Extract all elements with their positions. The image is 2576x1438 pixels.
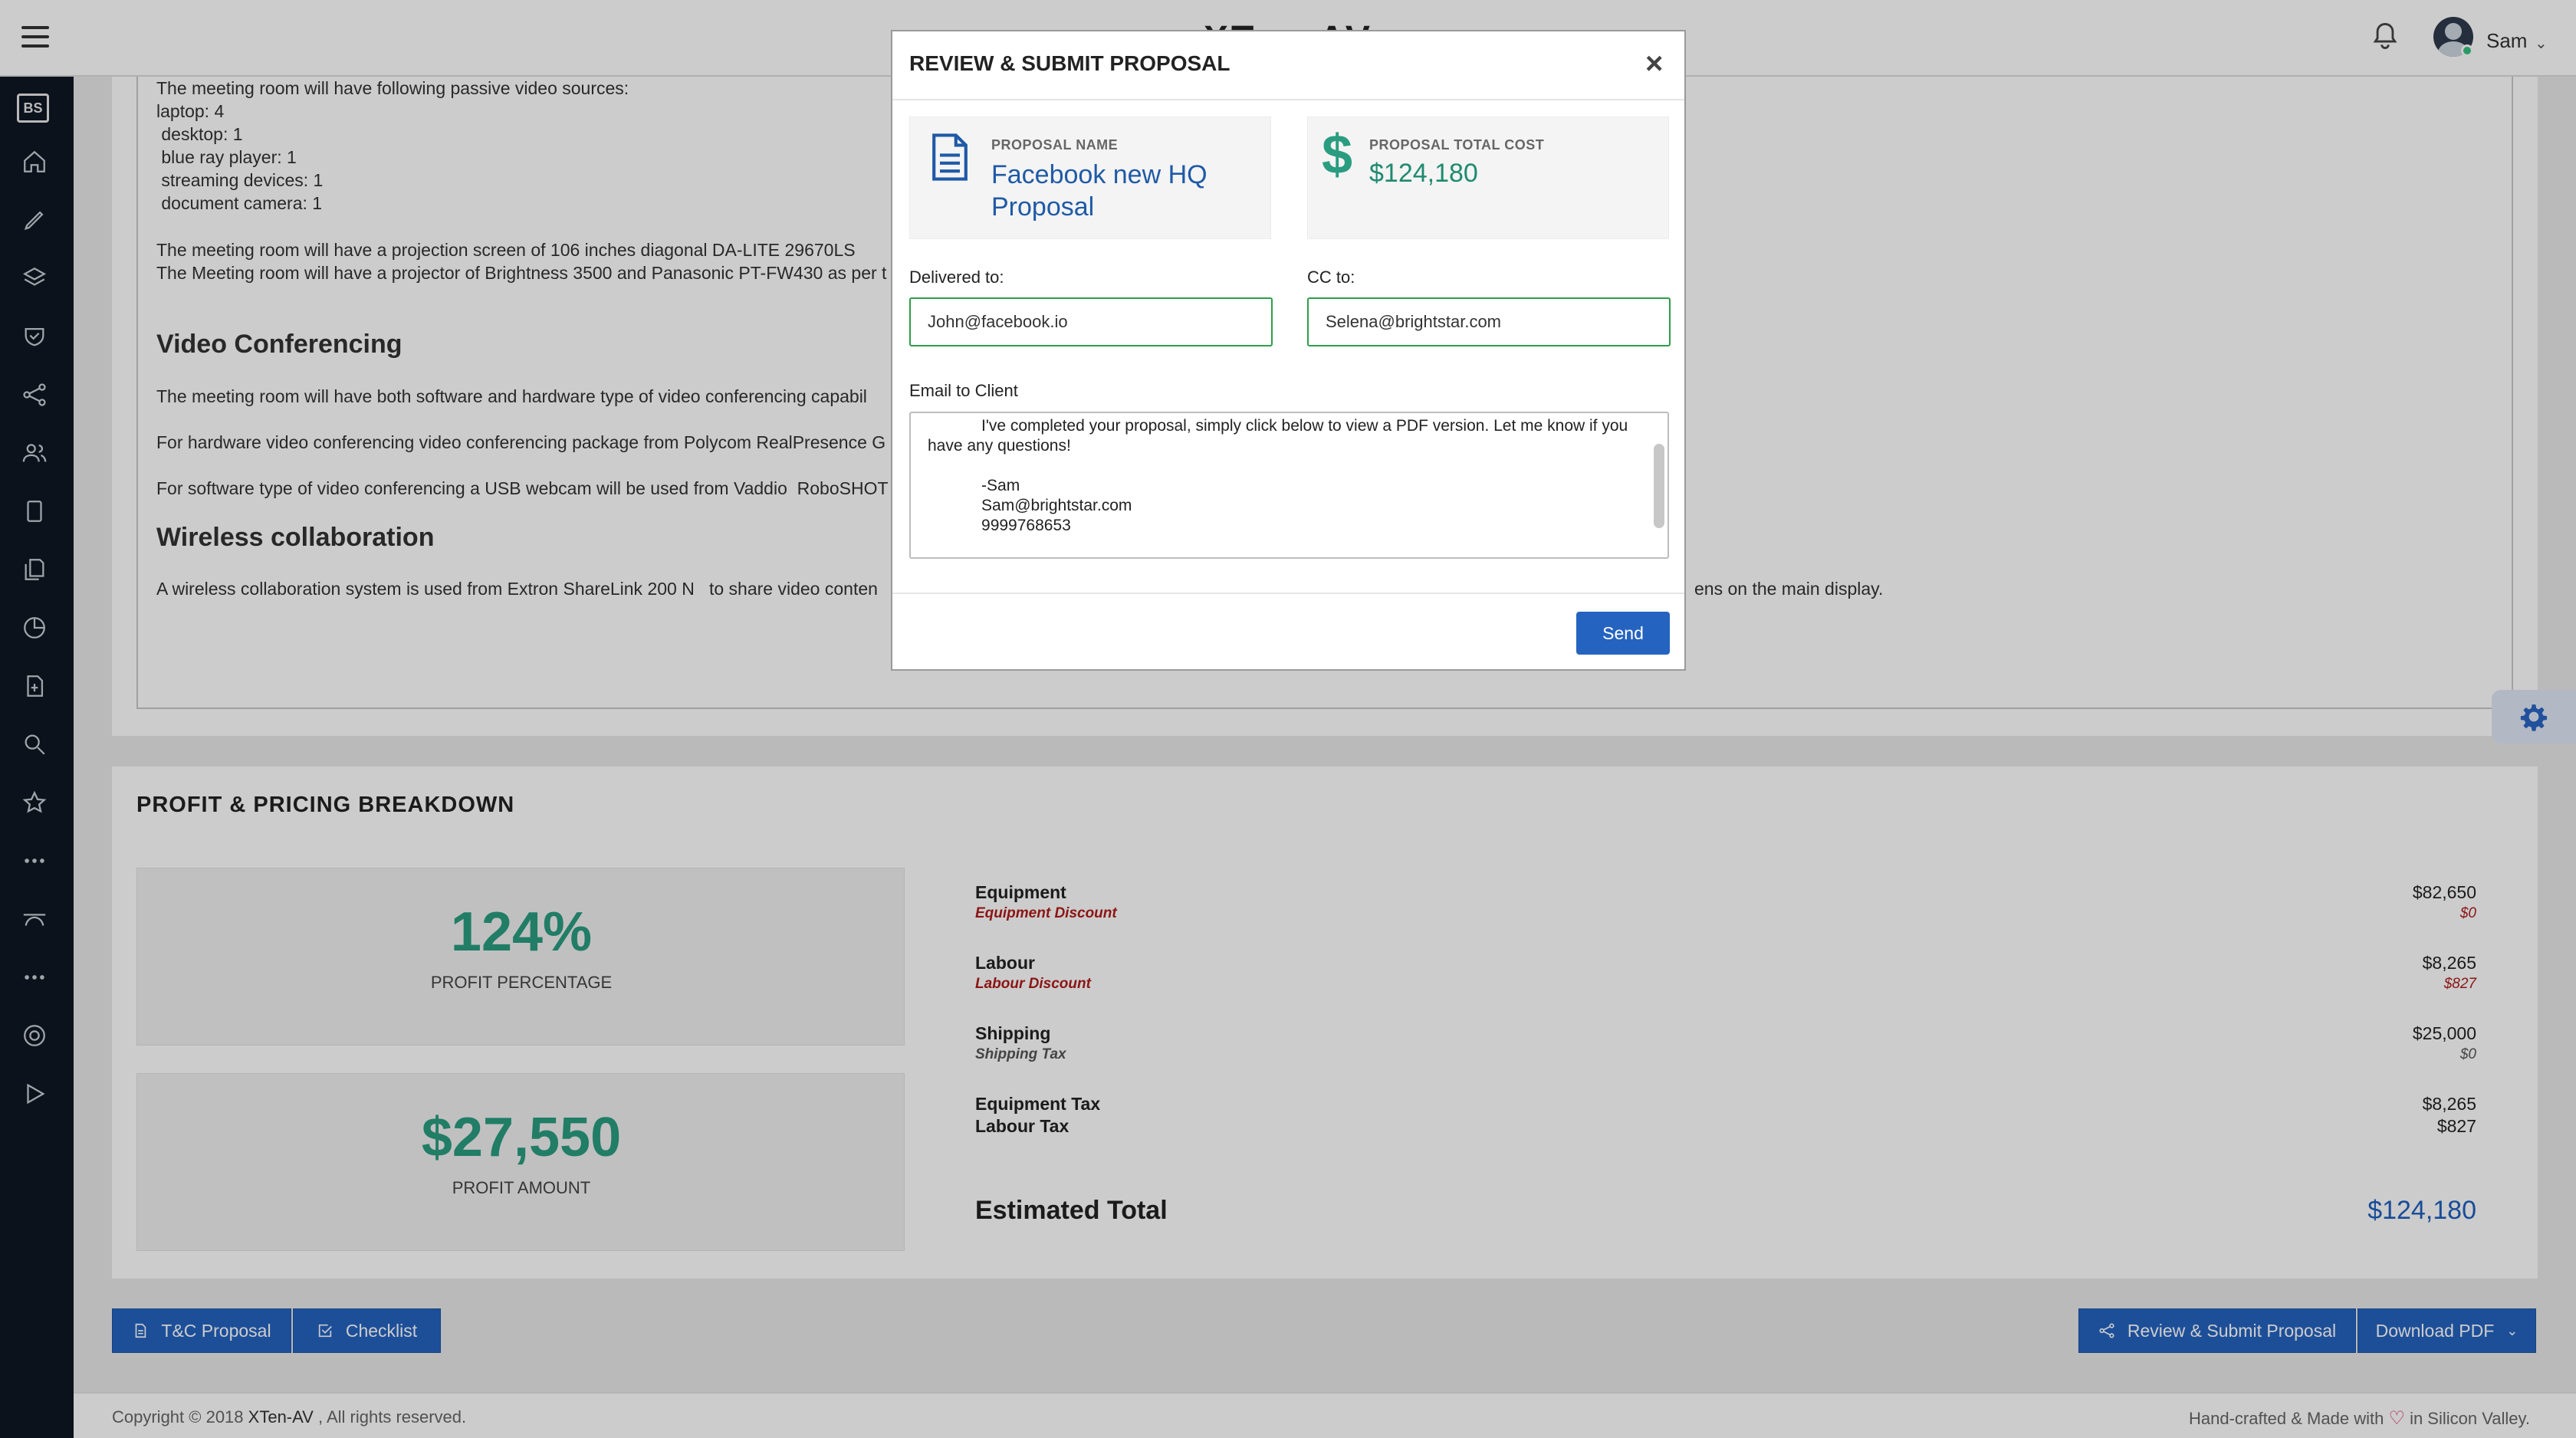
- email-body-text: I've completed your proposal, simply cli…: [928, 417, 1628, 534]
- delivered-to-label: Delivered to:: [909, 268, 1004, 287]
- cc-to-label: CC to:: [1307, 268, 1355, 287]
- proposal-cost-box: $ PROPOSAL TOTAL COST $124,180: [1307, 117, 1669, 239]
- proposal-name-value: Facebook new HQ Proposal: [991, 160, 1208, 222]
- proposal-name-caption: PROPOSAL NAME: [991, 137, 1119, 153]
- proposal-name-box: PROPOSAL NAME Facebook new HQ Proposal: [909, 117, 1271, 239]
- send-button[interactable]: Send: [1576, 612, 1670, 655]
- textarea-scrollbar[interactable]: [1654, 444, 1664, 528]
- dollar-icon: $: [1322, 124, 1353, 185]
- close-icon[interactable]: ×: [1645, 48, 1663, 79]
- modal-footer-divider: [892, 593, 1684, 594]
- email-to-client-label: Email to Client: [909, 381, 1018, 400]
- email-body-textarea[interactable]: I've completed your proposal, simply cli…: [909, 412, 1669, 559]
- proposal-cost-caption: PROPOSAL TOTAL COST: [1369, 137, 1545, 153]
- delivered-to-input[interactable]: John@facebook.io: [909, 297, 1273, 346]
- modal-header-divider: [892, 99, 1684, 100]
- cc-to-input[interactable]: Selena@brightstar.com: [1307, 297, 1671, 346]
- proposal-cost-value: $124,180: [1369, 159, 1478, 188]
- modal-title: REVIEW & SUBMIT PROPOSAL: [909, 51, 1230, 75]
- review-submit-modal: REVIEW & SUBMIT PROPOSAL × PROPOSAL NAME…: [891, 30, 1686, 671]
- document-icon: [932, 133, 968, 181]
